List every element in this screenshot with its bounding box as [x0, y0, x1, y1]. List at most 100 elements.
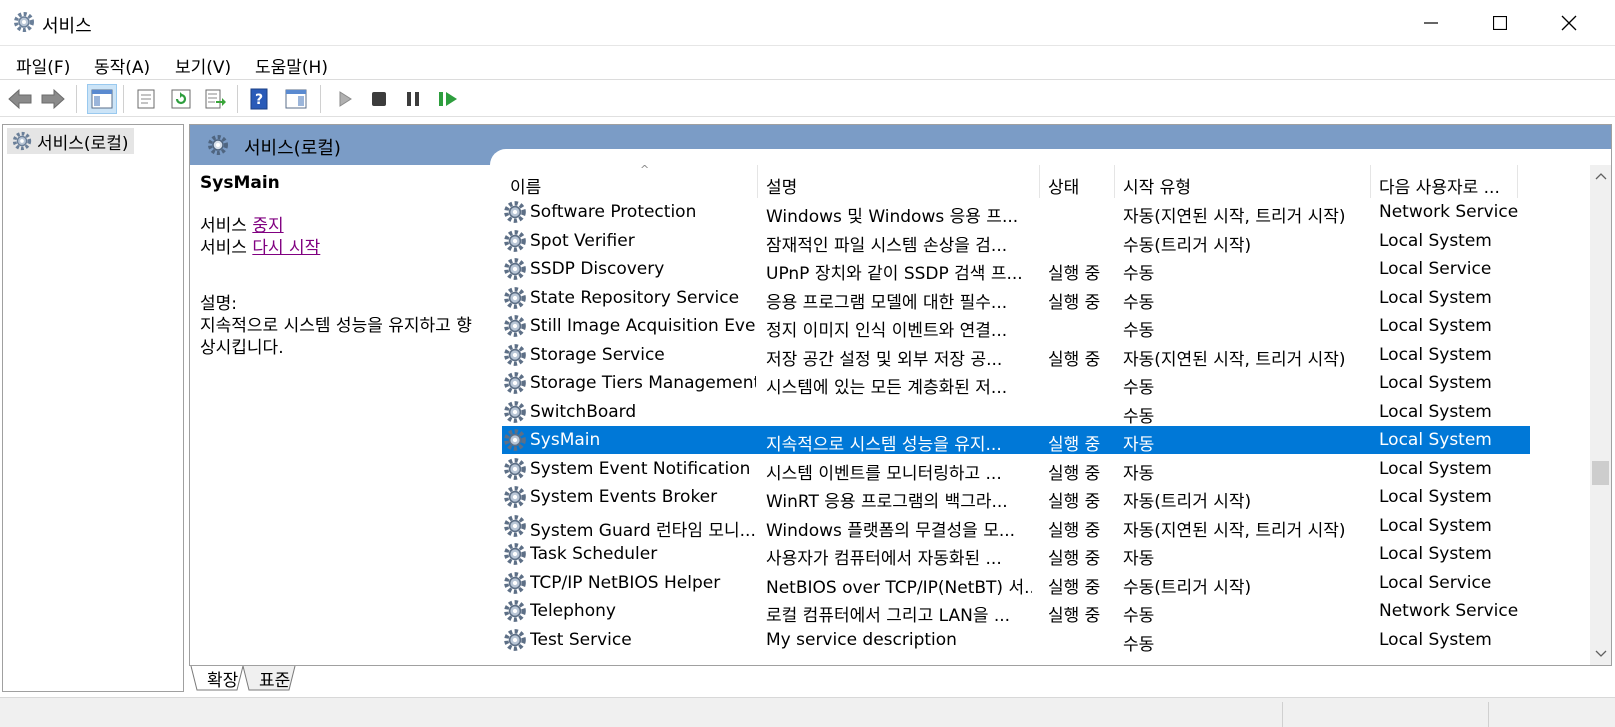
- table-row[interactable]: Software Protection Windows 및 Windows 응용 …: [502, 198, 1530, 227]
- maximize-icon: [1492, 16, 1507, 30]
- scrollbar-thumb[interactable]: [1592, 461, 1609, 485]
- toolbar: ?: [0, 81, 1615, 117]
- scroll-down-button[interactable]: [1593, 647, 1608, 661]
- pause-service-button[interactable]: [398, 84, 428, 114]
- description-text: 지속적으로 시스템 성능을 유지하고 향상시킵니다.: [200, 316, 472, 358]
- restart-service-button[interactable]: [433, 84, 463, 114]
- properties-button[interactable]: [131, 84, 161, 114]
- menu-file[interactable]: 파일(F): [16, 53, 70, 78]
- help-button[interactable]: ?: [244, 84, 274, 114]
- chevron-up-icon: [1595, 173, 1606, 180]
- tab-extended[interactable]: 확장: [197, 666, 248, 691]
- cell-startup: 수동: [1123, 321, 1155, 341]
- table-row[interactable]: Telephony 로컬 컴퓨터에서 그리고 LAN을 ... 실행 중 수동 Netw…: [502, 597, 1530, 626]
- table-row[interactable]: Spot Verifier 잠재적인 파일 시스템 손상을 검... 수동(트리거 …: [502, 227, 1530, 256]
- refresh-button[interactable]: [166, 84, 196, 114]
- maximize-button[interactable]: [1465, 0, 1534, 46]
- cell-desc: UPnP 장치와 같이 SSDP 검색 프...: [766, 264, 1023, 284]
- chevron-down-icon: [1595, 650, 1606, 657]
- cell-logon: Local Service: [1379, 572, 1492, 593]
- column-header-status[interactable]: 상태: [1040, 165, 1115, 198]
- back-button[interactable]: [5, 84, 35, 114]
- cell-desc: 저장 공간 설정 및 외부 저장 공...: [766, 349, 1003, 370]
- cell-logon: Local System: [1379, 458, 1492, 479]
- column-header-log-on-as[interactable]: 다음 사용자로 ...: [1371, 165, 1518, 198]
- cell-status: 실행 중: [1048, 264, 1101, 284]
- cell-name: State Repository Service: [530, 287, 740, 308]
- cell-logon: Local System: [1379, 287, 1492, 308]
- restart-service-link[interactable]: 다시 시작: [252, 238, 320, 258]
- cell-desc: 정지 이미지 인식 이벤트와 연결...: [766, 321, 1008, 341]
- table-row[interactable]: Storage Tiers Management 시스템에 있는 모든 계층화된 …: [502, 369, 1530, 398]
- column-header-startup-type[interactable]: 시작 유형: [1115, 165, 1371, 198]
- gear-icon: [504, 486, 526, 508]
- menu-action[interactable]: 동작(A): [94, 53, 150, 78]
- show-hide-tree-button[interactable]: [87, 84, 117, 114]
- table-row[interactable]: TCP/IP NetBIOS Helper NetBIOS over TCP/IP…: [502, 569, 1530, 598]
- table-row[interactable]: State Repository Service 응용 프로그램 모델에 대한 필…: [502, 284, 1530, 313]
- cell-status: 실행 중: [1048, 349, 1101, 370]
- panel-title: 서비스(로컬): [244, 138, 341, 159]
- export-list-button[interactable]: [201, 84, 231, 114]
- description-label: 설명:: [200, 294, 238, 314]
- gear-icon: [504, 600, 526, 622]
- cell-name: Test Service: [530, 629, 632, 650]
- tree-item-services-local[interactable]: 서비스(로컬): [7, 128, 135, 154]
- status-bar: [0, 697, 1615, 727]
- cell-logon: Local System: [1379, 515, 1492, 536]
- window-title: 서비스: [42, 16, 92, 37]
- table-row[interactable]: Task Scheduler 사용자가 컴퓨터에서 자동화된 ... 실행 중 자동 L…: [502, 540, 1530, 569]
- stop-service-link[interactable]: 중지: [252, 216, 283, 236]
- cell-startup: 자동(지연된 시작, 트리거 시작): [1123, 207, 1346, 227]
- close-button[interactable]: [1534, 0, 1603, 46]
- table-row[interactable]: System Events Broker WinRT 응용 프로그램의 백그라..…: [502, 483, 1530, 512]
- table-row[interactable]: Storage Service 저장 공간 설정 및 외부 저장 공... 실행 중…: [502, 341, 1530, 370]
- cell-desc: 사용자가 컴퓨터에서 자동화된 ...: [766, 549, 1002, 569]
- gear-icon: [504, 343, 526, 366]
- table-row[interactable]: Test Service My service description 수동 Loca…: [502, 626, 1530, 655]
- menu-view[interactable]: 보기(V): [175, 53, 231, 78]
- cell-logon: Local System: [1379, 487, 1492, 507]
- cell-logon: Local System: [1379, 230, 1492, 251]
- action-pane-button[interactable]: [281, 84, 311, 114]
- scroll-up-button[interactable]: [1593, 169, 1608, 183]
- cell-startup: 수동: [1123, 606, 1155, 626]
- cell-logon: Network Service: [1379, 202, 1519, 222]
- gear-icon: [504, 258, 526, 280]
- table-row[interactable]: Still Image Acquisition Events 정지 이미지 인식 …: [502, 312, 1530, 341]
- gear-icon: [504, 429, 526, 451]
- cell-logon: Local System: [1379, 401, 1492, 422]
- cell-logon: Local System: [1379, 316, 1492, 336]
- gear-icon: [504, 514, 526, 537]
- cell-startup: 자동(지연된 시작, 트리거 시작): [1123, 520, 1346, 541]
- column-header-name[interactable]: ^ 이름: [502, 165, 758, 198]
- table-row[interactable]: SSDP Discovery UPnP 장치와 같이 SSDP 검색 프... 실행…: [502, 255, 1530, 284]
- gear-icon: [504, 571, 526, 594]
- table-row[interactable]: SwitchBoard 수동 Local System: [502, 398, 1530, 427]
- table-row[interactable]: SysMain 지속적으로 시스템 성능을 유지... 실행 중 자동 Local Sy…: [502, 426, 1530, 455]
- cell-name: System Event Notification S...: [530, 458, 756, 479]
- vertical-scrollbar[interactable]: [1590, 165, 1611, 665]
- help-icon: ?: [250, 88, 268, 110]
- gear-icon: [504, 229, 526, 252]
- forward-button[interactable]: [38, 84, 68, 114]
- table-row[interactable]: System Guard 런타임 모니... Windows 플랫폼의 무결성을 …: [502, 512, 1530, 541]
- cell-startup: 자동: [1123, 435, 1155, 455]
- cell-startup: 수동: [1123, 634, 1155, 655]
- cell-desc: 시스템에 있는 모든 계층화된 저...: [766, 378, 1008, 398]
- start-service-button[interactable]: [330, 84, 360, 114]
- column-header-description[interactable]: 설명: [758, 165, 1040, 198]
- service-description-pane: SysMain 서비스 중지 서비스 다시 시작 설명: 지속적으로 시스템 성…: [190, 165, 495, 665]
- panel-header: 서비스(로컬): [190, 125, 1611, 165]
- menu-help[interactable]: 도움말(H): [255, 53, 328, 78]
- tab-standard[interactable]: 표준: [249, 666, 300, 691]
- stop-service-button[interactable]: [364, 84, 394, 114]
- services-panel: 서비스(로컬) SysMain 서비스 중지 서비스 다시 시작 설명: 지속적…: [189, 124, 1612, 666]
- cell-logon: Network Service: [1379, 601, 1519, 621]
- cell-startup: 수동: [1123, 406, 1155, 427]
- table-row[interactable]: System Event Notification S... 시스템 이벤트를 모…: [502, 455, 1530, 484]
- minimize-button[interactable]: [1396, 0, 1465, 46]
- stop-service-icon: [372, 92, 386, 106]
- cell-name: System Events Broker: [530, 487, 718, 507]
- cell-startup: 자동: [1123, 463, 1155, 484]
